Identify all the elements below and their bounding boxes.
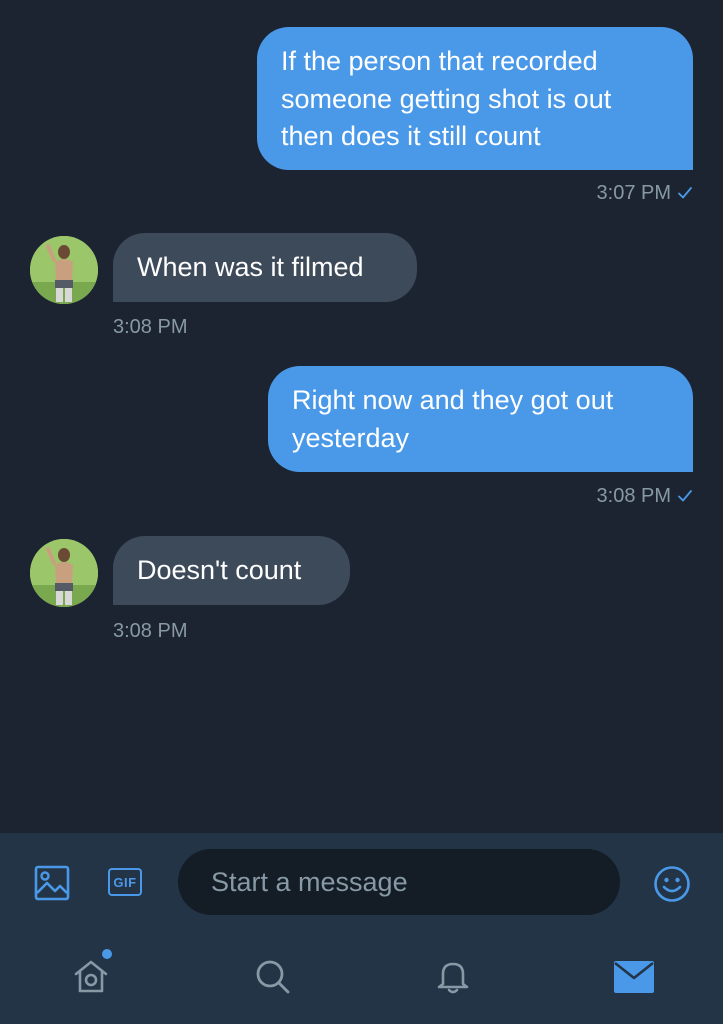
message-text-line: someone getting shot is out <box>281 83 612 114</box>
message-text-line: yesterday <box>292 422 410 453</box>
dm-conversation-screen: If the person that recorded someone gett… <box>0 0 723 1024</box>
message-bubble-outgoing[interactable]: If the person that recorded someone gett… <box>257 27 693 170</box>
message-timestamp: 3:08 PM <box>597 484 693 508</box>
tab-notifications[interactable] <box>430 953 476 999</box>
emoji-button[interactable] <box>652 864 692 904</box>
message-text-line: Doesn't count <box>137 555 302 585</box>
message-text-line: When was it filmed <box>137 252 364 282</box>
message-timestamp: 3:07 PM <box>597 181 693 205</box>
timestamp-text: 3:07 PM <box>596 182 671 204</box>
message-text-line: If the person that recorded <box>281 46 598 76</box>
message-bubble-outgoing[interactable]: Right now and they got out yesterday <box>268 366 693 472</box>
tab-messages[interactable] <box>610 955 658 999</box>
message-text-line: then does it still count <box>281 121 541 151</box>
tab-home[interactable] <box>68 953 114 999</box>
bell-icon <box>437 962 469 994</box>
home-icon <box>74 960 108 993</box>
gif-label: GIF <box>113 874 137 890</box>
gif-icon: GIF <box>108 868 142 896</box>
emoji-icon <box>654 866 690 902</box>
mail-icon <box>614 961 654 993</box>
avatar[interactable] <box>30 539 98 607</box>
message-timestamp: 3:08 PM <box>113 315 187 339</box>
message-bubble-incoming[interactable]: When was it filmed <box>113 233 417 302</box>
tab-search[interactable] <box>249 953 295 999</box>
timestamp-text: 3:08 PM <box>113 620 188 642</box>
message-timestamp: 3:08 PM <box>113 619 187 643</box>
gif-button[interactable]: GIF <box>106 866 144 898</box>
read-check-icon <box>678 490 692 502</box>
search-icon <box>256 960 290 994</box>
add-photo-button[interactable] <box>33 864 71 902</box>
message-input[interactable] <box>178 849 620 915</box>
timestamp-text: 3:08 PM <box>113 316 188 338</box>
avatar-photo <box>30 539 98 607</box>
image-icon <box>34 865 70 901</box>
message-bubble-incoming[interactable]: Doesn't count <box>113 536 350 605</box>
message-text-line: Right now and they got out <box>292 385 614 415</box>
avatar-photo <box>30 236 98 304</box>
message-composer: GIF <box>0 833 723 931</box>
bottom-tab-bar <box>0 931 723 1024</box>
timestamp-text: 3:08 PM <box>596 485 671 507</box>
avatar[interactable] <box>30 236 98 304</box>
read-check-icon <box>678 187 692 199</box>
home-notification-dot <box>102 949 112 959</box>
